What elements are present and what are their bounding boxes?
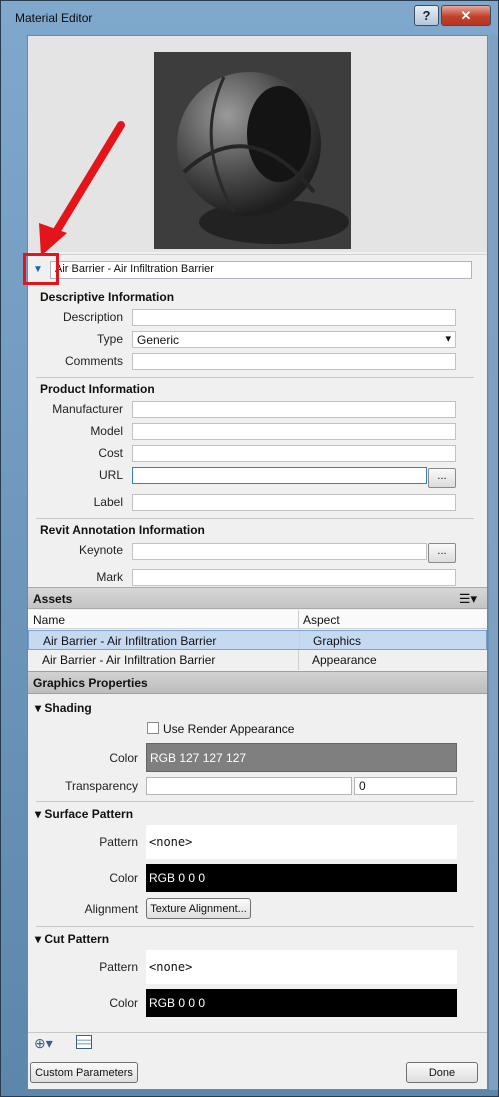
material-editor-window: Material Editor ? ✕ ▼ Air Barrier - Air … [0,0,499,1097]
alignment-label: Alignment [84,902,138,916]
use-render-appearance-checkbox[interactable] [147,722,159,734]
asset-list-icon[interactable] [76,1035,92,1049]
cut-pattern-swatch[interactable]: <none> [146,950,457,984]
description-label: Description [62,310,123,324]
annotation-arrow-icon [39,121,125,256]
assets-title: Assets [33,592,73,606]
use-render-appearance-label: Use Render Appearance [163,722,295,736]
comments-label: Comments [64,354,123,368]
asset-name: Air Barrier - Air Infiltration Barrier [43,634,217,648]
mark-field[interactable] [132,569,456,586]
model-label: Model [90,424,123,438]
type-dropdown[interactable]: Generic [132,331,456,348]
name-column-header[interactable]: Name [33,613,65,627]
list-view-icon[interactable]: ☰▾ [459,591,477,607]
column-divider [298,610,299,628]
product-info-heading: Product Information [40,382,155,396]
cut-pattern-label: Pattern [99,960,138,974]
annotation-info-heading: Revit Annotation Information [40,523,205,537]
transparency-label: Transparency [65,779,138,793]
url-label: URL [98,468,123,482]
transparency-slider[interactable] [146,777,352,795]
keynote-field[interactable] [132,543,427,560]
divider [36,518,474,519]
divider [36,377,474,378]
cut-color-label: Color [109,996,138,1010]
assets-column-header: Name Aspect [28,610,487,629]
label-field[interactable] [132,494,456,511]
shading-color-swatch[interactable]: RGB 127 127 127 [146,743,457,772]
asset-row[interactable]: Air Barrier - Air Infiltration Barrier A… [28,650,487,670]
divider [36,801,474,802]
assets-header: Assets ☰▾ [28,587,487,609]
url-browse-button[interactable]: ... [428,468,456,488]
manufacturer-field[interactable] [132,401,456,418]
surface-pattern-label: Pattern [99,835,138,849]
mark-label: Mark [96,570,123,584]
model-field[interactable] [132,423,456,440]
divider [36,926,474,927]
manufacturer-label: Manufacturer [52,402,123,416]
graphics-properties-title: Graphics Properties [33,676,148,690]
bottom-toolbar: ⊕▾ [28,1032,487,1054]
surface-pattern-title: Surface Pattern [44,807,134,821]
done-button[interactable]: Done [406,1062,478,1083]
comments-field[interactable] [132,353,456,370]
cut-pattern-title: Cut Pattern [44,932,110,946]
keynote-browse-button[interactable]: ... [428,543,456,563]
cut-color-swatch[interactable]: RGB 0 0 0 [146,989,457,1017]
cost-label: Cost [98,446,123,460]
column-divider [298,650,299,670]
graphics-properties-header: Graphics Properties [28,671,487,694]
shading-color-label: Color [109,751,138,765]
surface-color-swatch[interactable]: RGB 0 0 0 [146,864,457,892]
label-label: Label [93,495,123,509]
asset-name: Air Barrier - Air Infiltration Barrier [42,653,216,667]
asset-aspect: Graphics [313,634,362,648]
surface-pattern-swatch[interactable]: <none> [146,825,457,859]
add-asset-icon[interactable]: ⊕▾ [34,1035,53,1052]
type-label: Type [96,332,123,346]
custom-parameters-button[interactable]: Custom Parameters [30,1062,138,1083]
asset-row[interactable]: Air Barrier - Air Infiltration Barrier G… [28,630,487,650]
transparency-value[interactable]: 0 [354,777,457,795]
shading-title: Shading [44,701,92,715]
shading-heading[interactable]: ▾ Shading [35,701,92,715]
aspect-column-header[interactable]: Aspect [303,613,340,627]
asset-aspect: Appearance [312,653,377,667]
column-divider [299,631,300,649]
description-field[interactable] [132,309,456,326]
surface-color-label: Color [109,871,138,885]
cost-field[interactable] [132,445,456,462]
url-field[interactable] [132,467,427,484]
keynote-label: Keynote [78,543,123,557]
cut-pattern-heading[interactable]: ▾ Cut Pattern [35,932,109,946]
surface-pattern-heading[interactable]: ▾ Surface Pattern [35,807,133,821]
texture-alignment-button[interactable]: Texture Alignment... [146,898,251,919]
